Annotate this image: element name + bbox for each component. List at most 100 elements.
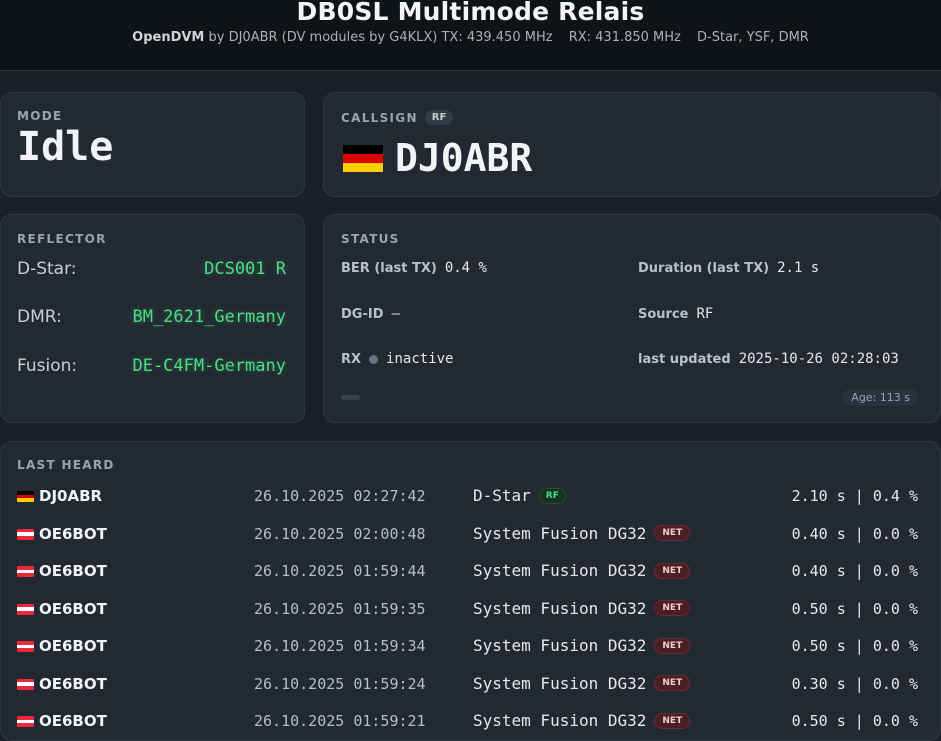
row-stats: 2.10 s | 0.4 % <box>791 487 918 505</box>
table-row: OE6BOT 26.10.2025 01:59:24 System Fusion D… <box>17 672 918 696</box>
flag-germany-icon <box>343 144 383 172</box>
row-stats: 0.50 s | 0.0 % <box>791 637 918 655</box>
status-source: Source RF <box>638 306 713 322</box>
row-mode: D-Star RF <box>473 486 566 505</box>
row-time: 26.10.2025 02:27:42 <box>254 487 426 505</box>
reflector-value: BM_2621_Germany <box>132 307 286 327</box>
reflector-row-dmr: DMR: BM_2621_Germany <box>17 307 286 327</box>
row-callsign: OE6BOT <box>39 712 107 730</box>
flag-austria-icon <box>17 566 34 577</box>
age-badge: Age: 113 s <box>843 389 918 406</box>
reflector-row-fusion: Fusion: DE-C4FM-Germany <box>17 356 286 376</box>
callsign-value: DJ0ABR <box>395 136 533 180</box>
row-source-badge: NET <box>654 637 691 654</box>
reflector-key: DMR: <box>17 307 62 327</box>
rx-frequency: RX: 431.850 MHz <box>568 30 681 45</box>
row-time: 26.10.2025 02:00:48 <box>254 524 426 543</box>
tx-frequency: TX: 439.450 MHz <box>441 30 553 45</box>
row-callsign: OE6BOT <box>39 562 107 580</box>
mode-card: MODE Idle <box>0 92 305 197</box>
row-mode: System Fusion DG32 NET <box>473 636 691 655</box>
reflector-key: Fusion: <box>17 356 78 376</box>
updated-label: last updated <box>638 351 731 367</box>
row-mode-text: D-Star <box>473 486 531 505</box>
source-value: RF <box>696 306 714 322</box>
row-callsign: OE6BOT <box>39 599 107 618</box>
flag-austria-icon <box>17 641 34 652</box>
mode-label: MODE <box>17 109 63 123</box>
row-time: 26.10.2025 01:59:35 <box>254 599 426 618</box>
source-label: Source <box>638 306 689 322</box>
row-mode-text: System Fusion DG32 <box>473 636 647 655</box>
row-stats: 0.50 s | 0.0 % <box>791 599 918 618</box>
table-row: OE6BOT 26.10.2025 01:59:21 System Fusion D… <box>17 709 918 733</box>
row-mode: System Fusion DG32 NET <box>473 598 691 618</box>
status-label: STATUS <box>341 232 400 246</box>
status-updated: last updated 2025-10-26 02:28:03 <box>638 351 899 367</box>
callsign-source-badge: RF <box>424 110 454 125</box>
status-dgid: DG-ID – <box>341 306 400 322</box>
reflector-key: D-Star: <box>17 259 77 279</box>
status-duration: Duration (last TX) 2.1 s <box>638 260 819 276</box>
duration-label: Duration (last TX) <box>638 260 770 276</box>
rx-label: RX <box>341 351 362 367</box>
row-stats: 0.30 s | 0.0 % <box>791 674 918 693</box>
supported-modes: D-Star, YSF, DMR <box>697 30 809 45</box>
row-time: 26.10.2025 01:59:44 <box>254 562 426 580</box>
page-header: DB0SL Multimode Relais OpenDVM by DJ0ABR… <box>0 0 941 71</box>
dgid-value: – <box>391 306 400 322</box>
status-ber: BER (last TX) 0.4 % <box>341 260 487 276</box>
duration-value: 2.1 s <box>777 260 820 276</box>
row-stats: 0.50 s | 0.0 % <box>791 712 918 730</box>
table-row: DJ0ABR 26.10.2025 02:27:42 D-Star RF 2.10 s … <box>17 484 918 508</box>
table-row: OE6BOT 26.10.2025 01:59:35 System Fusion D… <box>17 597 918 621</box>
row-stats: 0.40 s | 0.0 % <box>791 524 918 543</box>
row-callsign: DJ0ABR <box>39 487 103 505</box>
row-source-badge: NET <box>654 600 691 616</box>
callsign-label: CALLSIGN <box>341 110 418 125</box>
row-mode-text: System Fusion DG32 <box>473 673 647 693</box>
ber-value: 0.4 % <box>444 260 487 276</box>
flag-germany-icon <box>17 491 34 502</box>
reflector-label: REFLECTOR <box>17 232 107 246</box>
row-callsign: OE6BOT <box>39 637 107 655</box>
row-mode: System Fusion DG32 NET <box>473 561 691 580</box>
row-source-badge: NET <box>654 675 691 691</box>
dgid-label: DG-ID <box>341 306 384 322</box>
row-callsign: OE6BOT <box>39 674 107 693</box>
header-subtitle: OpenDVM by DJ0ABR (DV modules by G4KLX) … <box>0 30 941 45</box>
row-mode-text: System Fusion DG32 <box>473 598 647 618</box>
updated-value: 2025-10-26 02:28:03 <box>738 351 899 367</box>
row-source-badge: RF <box>538 487 566 504</box>
row-time: 26.10.2025 01:59:21 <box>254 712 426 730</box>
mode-value: Idle <box>17 124 114 170</box>
reflector-row-dstar: D-Star: DCS001 R <box>17 259 286 279</box>
row-mode: System Fusion DG32 NET <box>473 673 691 693</box>
table-row: OE6BOT 26.10.2025 01:59:34 System Fusion D… <box>17 634 918 658</box>
row-mode-text: System Fusion DG32 <box>473 561 647 580</box>
reflector-value: DE-C4FM-Germany <box>132 356 286 376</box>
row-mode-text: System Fusion DG32 <box>473 523 647 543</box>
row-stats: 0.40 s | 0.0 % <box>791 562 918 580</box>
status-progress-bar <box>341 395 360 400</box>
rx-status-dot-icon <box>369 354 379 364</box>
status-card: STATUS BER (last TX) 0.4 % Duration (las… <box>323 214 941 423</box>
row-source-badge: NET <box>654 712 691 729</box>
reflector-card: REFLECTOR D-Star: DCS001 R DMR: BM_2621_… <box>0 214 305 423</box>
row-mode: System Fusion DG32 NET <box>473 523 691 543</box>
flag-austria-icon <box>17 716 34 727</box>
row-source-badge: NET <box>654 562 691 579</box>
ber-label: BER (last TX) <box>341 260 437 276</box>
table-row: OE6BOT 26.10.2025 02:00:48 System Fusion D… <box>17 522 918 546</box>
byline: by DJ0ABR (DV modules by G4KLX) <box>208 30 438 45</box>
flag-austria-icon <box>17 603 34 615</box>
rx-value: inactive <box>386 351 454 367</box>
row-callsign: OE6BOT <box>39 524 107 543</box>
flag-austria-icon <box>17 528 34 540</box>
row-time: 26.10.2025 01:59:34 <box>254 637 426 655</box>
row-mode: System Fusion DG32 NET <box>473 711 691 730</box>
software-name: OpenDVM <box>132 30 205 45</box>
row-source-badge: NET <box>654 525 691 541</box>
row-mode-text: System Fusion DG32 <box>473 711 647 730</box>
flag-austria-icon <box>17 678 34 690</box>
